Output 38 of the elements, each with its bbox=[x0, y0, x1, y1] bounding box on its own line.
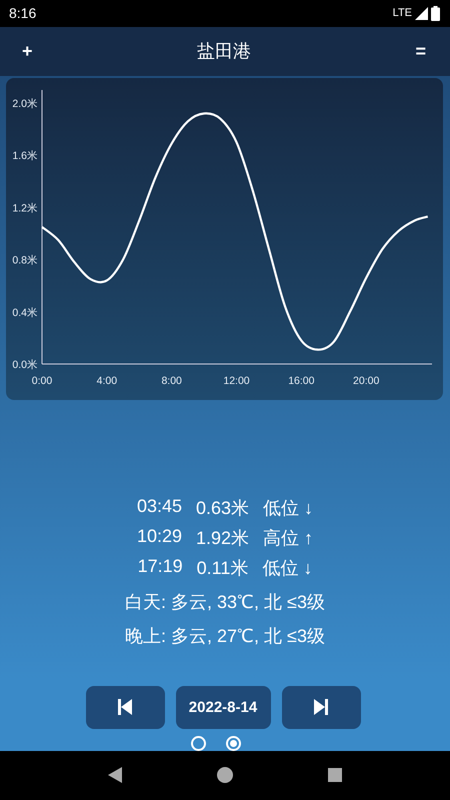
weather-text: 晚上: 多云, 27℃, 北 ≤3级 bbox=[125, 624, 325, 648]
tide-type: 低位 ↓ bbox=[263, 496, 314, 520]
add-button[interactable]: + bbox=[18, 40, 37, 62]
weather-text: 白天: 多云, 33℃, 北 ≤3级 bbox=[125, 590, 325, 614]
tide-type: 高位 ↑ bbox=[263, 526, 314, 550]
x-tick-label: 0:00 bbox=[32, 374, 52, 387]
battery-icon bbox=[431, 6, 440, 21]
recents-icon[interactable] bbox=[328, 768, 342, 782]
menu-button[interactable]: = bbox=[411, 40, 430, 62]
y-tick-label: 0.4米 bbox=[12, 306, 38, 319]
tide-time: 10:29 bbox=[136, 526, 182, 548]
back-icon[interactable] bbox=[108, 767, 122, 784]
y-tick-label: 0.8米 bbox=[12, 254, 38, 266]
y-tick-label: 0.0米 bbox=[12, 358, 38, 371]
tide-type: 低位 ↓ bbox=[262, 556, 312, 580]
x-tick-label: 20:00 bbox=[353, 374, 380, 387]
y-tick-label: 1.2米 bbox=[12, 202, 38, 214]
date-button[interactable]: 2022-8-14 bbox=[176, 686, 270, 729]
tide-height: 1.92米 bbox=[196, 526, 250, 550]
network-type: LTE bbox=[392, 7, 412, 20]
x-tick-label: 8:00 bbox=[161, 374, 182, 387]
next-day-button[interactable] bbox=[282, 686, 360, 729]
previous-day-button[interactable] bbox=[86, 686, 164, 729]
tide-time: 17:19 bbox=[138, 556, 183, 578]
station-title: 盐田港 bbox=[197, 40, 251, 64]
signal-icon bbox=[415, 6, 428, 20]
skip-next-icon bbox=[314, 699, 328, 716]
x-tick-label: 4:00 bbox=[96, 374, 118, 387]
x-tick-label: 12:00 bbox=[223, 374, 250, 387]
tide-time: 03:45 bbox=[136, 496, 182, 518]
y-tick-label: 2.0米 bbox=[12, 98, 38, 110]
tide-height: 0.63米 bbox=[196, 496, 250, 520]
x-tick-label: 16:00 bbox=[288, 374, 314, 387]
status-time: 8:16 bbox=[9, 5, 36, 22]
skip-previous-icon bbox=[118, 699, 132, 716]
home-icon[interactable] bbox=[216, 767, 233, 784]
tide-height: 0.11米 bbox=[196, 556, 248, 580]
y-tick-label: 1.6米 bbox=[12, 150, 38, 162]
